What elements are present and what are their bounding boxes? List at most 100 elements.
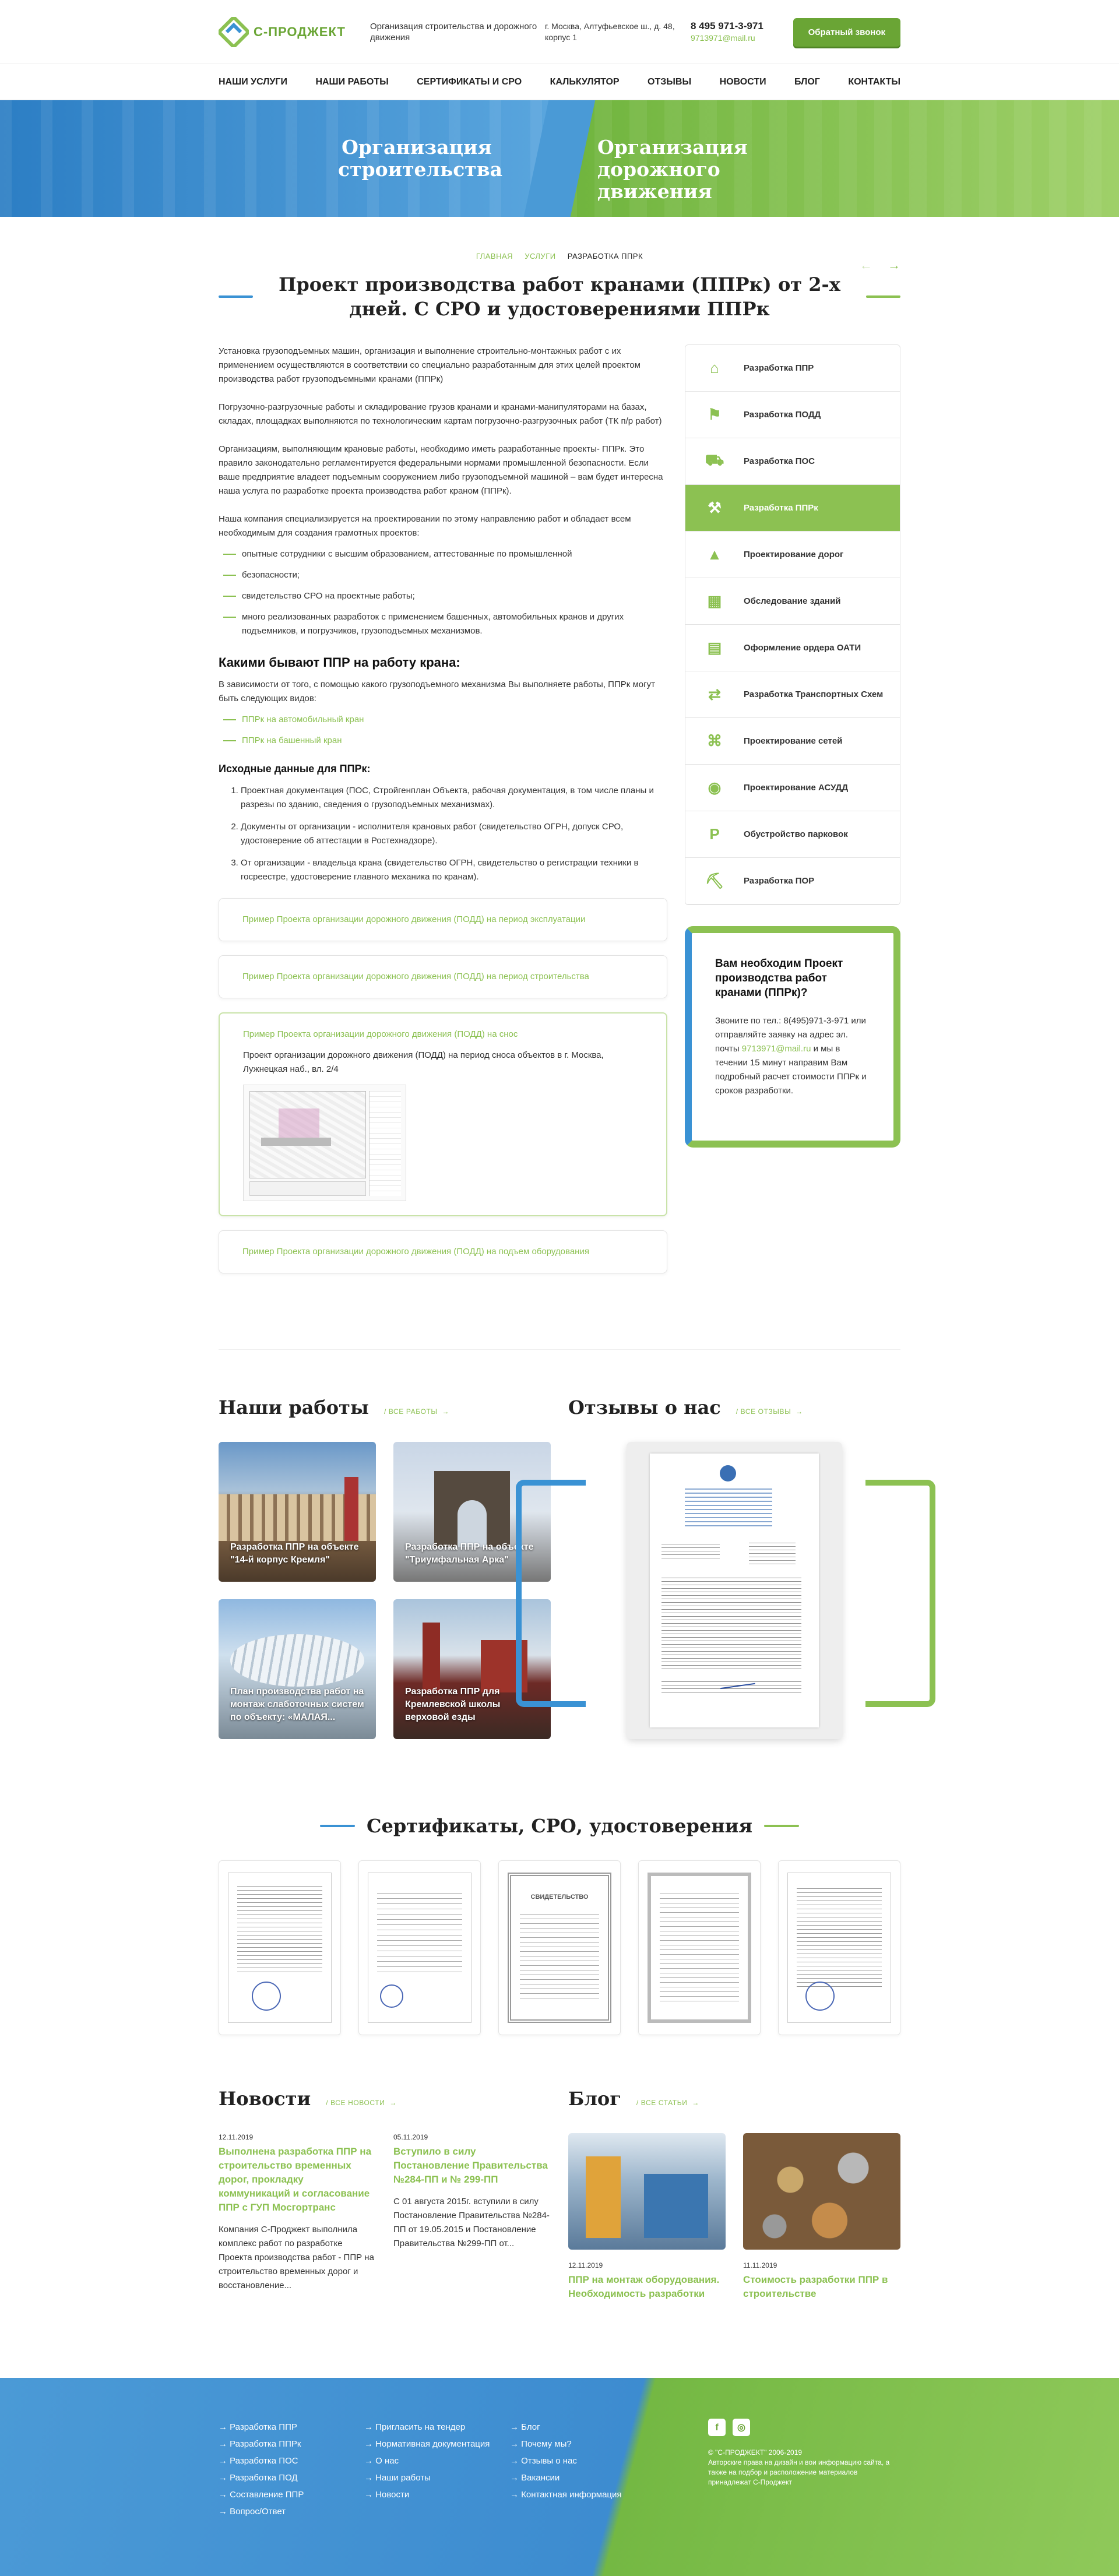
example-accordion[interactable]: Пример Проекта организации дорожного дви…	[219, 1230, 667, 1273]
footer-link[interactable]: → Составление ППР	[219, 2486, 364, 2503]
sidebar-item[interactable]: ⚒ Разработка ППРк	[685, 485, 900, 532]
works-more-link[interactable]: / ВСЕ РАБОТЫ →	[384, 1407, 449, 1416]
blog-image[interactable]	[743, 2133, 900, 2250]
sidebar-item-label: Разработка Транспортных Схем	[744, 689, 884, 699]
footer-link[interactable]: → Новости	[364, 2486, 510, 2503]
footer-link[interactable]: → Нормативная документация	[364, 2436, 510, 2452]
logo[interactable]: С-ПРОДЖЕКТ	[216, 15, 364, 50]
work-card[interactable]: Разработка ППР на объекте "14-й корпус К…	[219, 1442, 376, 1582]
header-phone[interactable]: 8 495 971-3-971	[691, 20, 790, 32]
callback-button[interactable]: Обратный звонок	[793, 17, 900, 47]
sidebar-item[interactable]: ⌂ Разработка ППР	[685, 345, 900, 392]
accordion-body: Проект организации дорожного движения (П…	[243, 1050, 604, 1074]
sidebar-item[interactable]: P Обустройство парковок	[685, 811, 900, 858]
reviews-more-link[interactable]: / ВСЕ ОТЗЫВЫ →	[736, 1407, 803, 1416]
review-letter[interactable]	[627, 1442, 842, 1739]
facebook-icon[interactable]: f	[708, 2419, 726, 2436]
certificate-card[interactable]	[219, 1860, 341, 2035]
nav-calculator[interactable]: КАЛЬКУЛЯТОР	[550, 77, 620, 87]
footer-link[interactable]: → Вопрос/Ответ	[219, 2503, 364, 2520]
nav-blog[interactable]: БЛОГ	[794, 77, 820, 87]
header-email[interactable]: 9713971@mail.ru	[691, 32, 790, 44]
sidebar-item[interactable]: ▤ Оформление ордера ОАТИ	[685, 625, 900, 671]
nav-reviews[interactable]: ОТЗЫВЫ	[648, 77, 691, 87]
footer-link[interactable]: → Отзывы о нас	[510, 2452, 656, 2469]
news-link[interactable]: Вступило в силу Постановление Правительс…	[393, 2145, 551, 2187]
sidebar-item[interactable]: ▲ Проектирование дорог	[685, 532, 900, 578]
example-accordion-open[interactable]: Пример Проекта организации дорожного дви…	[219, 1012, 667, 1216]
certificate-card[interactable]	[638, 1860, 761, 2035]
certificates-title: Сертификаты, СРО, удостоверения	[366, 1815, 752, 1837]
blog-more-link[interactable]: / ВСЕ СТАТЬИ →	[636, 2099, 699, 2107]
breadcrumb-home[interactable]: ГЛАВНАЯ	[476, 252, 513, 261]
reviews-more-label: ВСЕ ОТЗЫВЫ	[740, 1407, 791, 1416]
footer-link[interactable]: → Контактная информация	[510, 2486, 656, 2503]
certificate-card[interactable]	[778, 1860, 900, 2035]
arrow-left-icon[interactable]: ←	[860, 258, 872, 272]
banner-traffic[interactable]: Организация дорожного движения	[560, 100, 1119, 217]
accordion-title: Пример Проекта организации дорожного дви…	[243, 1029, 518, 1039]
news-link[interactable]: Выполнена разработка ППР на строительств…	[219, 2145, 376, 2215]
blog-date: 12.11.2019	[568, 2261, 603, 2269]
sidebar-item[interactable]: ⚑ Разработка ПОДД	[685, 392, 900, 438]
example-accordion[interactable]: Пример Проекта организации дорожного дви…	[219, 955, 667, 998]
nav-news[interactable]: НОВОСТИ	[720, 77, 766, 87]
footer-link[interactable]: → О нас	[364, 2452, 510, 2469]
type-link[interactable]: ППРк на башенный кран	[219, 734, 667, 748]
callout-email[interactable]: 9713971@mail.ru	[742, 1044, 811, 1054]
nav-contacts[interactable]: КОНТАКТЫ	[848, 77, 900, 87]
certificate-card[interactable]	[358, 1860, 481, 2035]
blog-link[interactable]: ППР на монтаж оборудования. Необходимост…	[568, 2273, 726, 2301]
arrow-right-icon[interactable]: →	[888, 258, 900, 272]
sidebar-item[interactable]: ⇄ Разработка Транспортных Схем	[685, 671, 900, 718]
sidebar-item[interactable]: ▦ Обследование зданий	[685, 578, 900, 625]
sidebar-item[interactable]: ◉ Проектирование АСУДД	[685, 765, 900, 811]
sidebar-item[interactable]: ⛏ Разработка ПОР	[685, 858, 900, 905]
blog-image[interactable]	[568, 2133, 726, 2250]
news-more-link[interactable]: / ВСЕ НОВОСТИ →	[326, 2099, 397, 2107]
footer-link[interactable]: → Почему мы?	[510, 2436, 656, 2452]
list-item: свидетельство СРО на проектные работы;	[219, 589, 667, 603]
list-item: опытные сотрудники с высшим образованием…	[219, 547, 667, 561]
footer-link[interactable]: → Разработка ПОД	[219, 2469, 364, 2486]
work-card[interactable]: План производства работ на монтаж слабот…	[219, 1599, 376, 1739]
list-item: много реализованных разработок с примене…	[219, 610, 667, 638]
nav-works[interactable]: НАШИ РАБОТЫ	[315, 77, 388, 87]
footer-link[interactable]: → Вакансии	[510, 2469, 656, 2486]
sidebar-item-label: Обустройство парковок	[744, 829, 848, 839]
example-accordion[interactable]: Пример Проекта организации дорожного дви…	[219, 898, 667, 941]
breadcrumb-services[interactable]: УСЛУГИ	[525, 252, 555, 261]
footer-link[interactable]: → Пригласить на тендер	[364, 2419, 510, 2436]
breadcrumb-current: РАЗРАБОТКА ППРК	[567, 252, 643, 261]
certificate-card[interactable]: СВИДЕТЕЛЬСТВО	[498, 1860, 621, 2035]
sidebar-item[interactable]: ⛟ Разработка ПОС	[685, 438, 900, 485]
work-caption: План производства работ на монтаж слабот…	[230, 1687, 364, 1722]
footer-link[interactable]: → Разработка ПОС	[219, 2452, 364, 2469]
truck-icon: ⛟	[705, 451, 724, 469]
blog-link[interactable]: Стоимость разработки ППР в строительстве	[743, 2273, 900, 2301]
footer-link[interactable]: → Блог	[510, 2419, 656, 2436]
blog-title: Блог	[568, 2088, 621, 2110]
blog-item: 12.11.2019 ППР на монтаж оборудования. Н…	[568, 2133, 726, 2301]
footer-link[interactable]: → Наши работы	[364, 2469, 510, 2486]
nav-certificates[interactable]: СЕРТИФИКАТЫ И СРО	[417, 77, 522, 87]
blog-item: 11.11.2019 Стоимость разработки ППР в ст…	[743, 2133, 900, 2301]
page-header: Проект производства работ кранами (ППРк)…	[219, 272, 900, 321]
list-item: Проектная документация (ПОС, Стройгенпла…	[241, 784, 667, 812]
breadcrumb: ГЛАВНАЯ УСЛУГИ РАЗРАБОТКА ППРК	[219, 252, 900, 261]
footer-link[interactable]: → Разработка ППРк	[219, 2436, 364, 2452]
instagram-icon[interactable]: ◎	[733, 2419, 750, 2436]
news-item: 12.11.2019 Выполнена разработка ППР на с…	[219, 2133, 376, 2293]
sidebar-item-label: Разработка ППРк	[744, 503, 818, 513]
type-link[interactable]: ППРк на автомобильный кран	[219, 713, 667, 727]
footer-link[interactable]: → Разработка ППР	[219, 2419, 364, 2436]
scheme-thumbnail[interactable]	[243, 1085, 406, 1201]
paragraph: Погрузочно-разгрузочные работы и складир…	[219, 402, 662, 426]
works-more-label: ВСЕ РАБОТЫ	[388, 1407, 438, 1416]
page-title: Проект производства работ кранами (ППРк)…	[279, 273, 840, 320]
banner-construction[interactable]: Организация строительства	[0, 100, 560, 217]
nav-services[interactable]: НАШИ УСЛУГИ	[219, 77, 287, 87]
list-item: Документы от организации - исполнителя к…	[241, 820, 667, 848]
house-crane-icon: ⌂	[710, 359, 719, 376]
sidebar-item[interactable]: ⌘ Проектирование сетей	[685, 718, 900, 765]
